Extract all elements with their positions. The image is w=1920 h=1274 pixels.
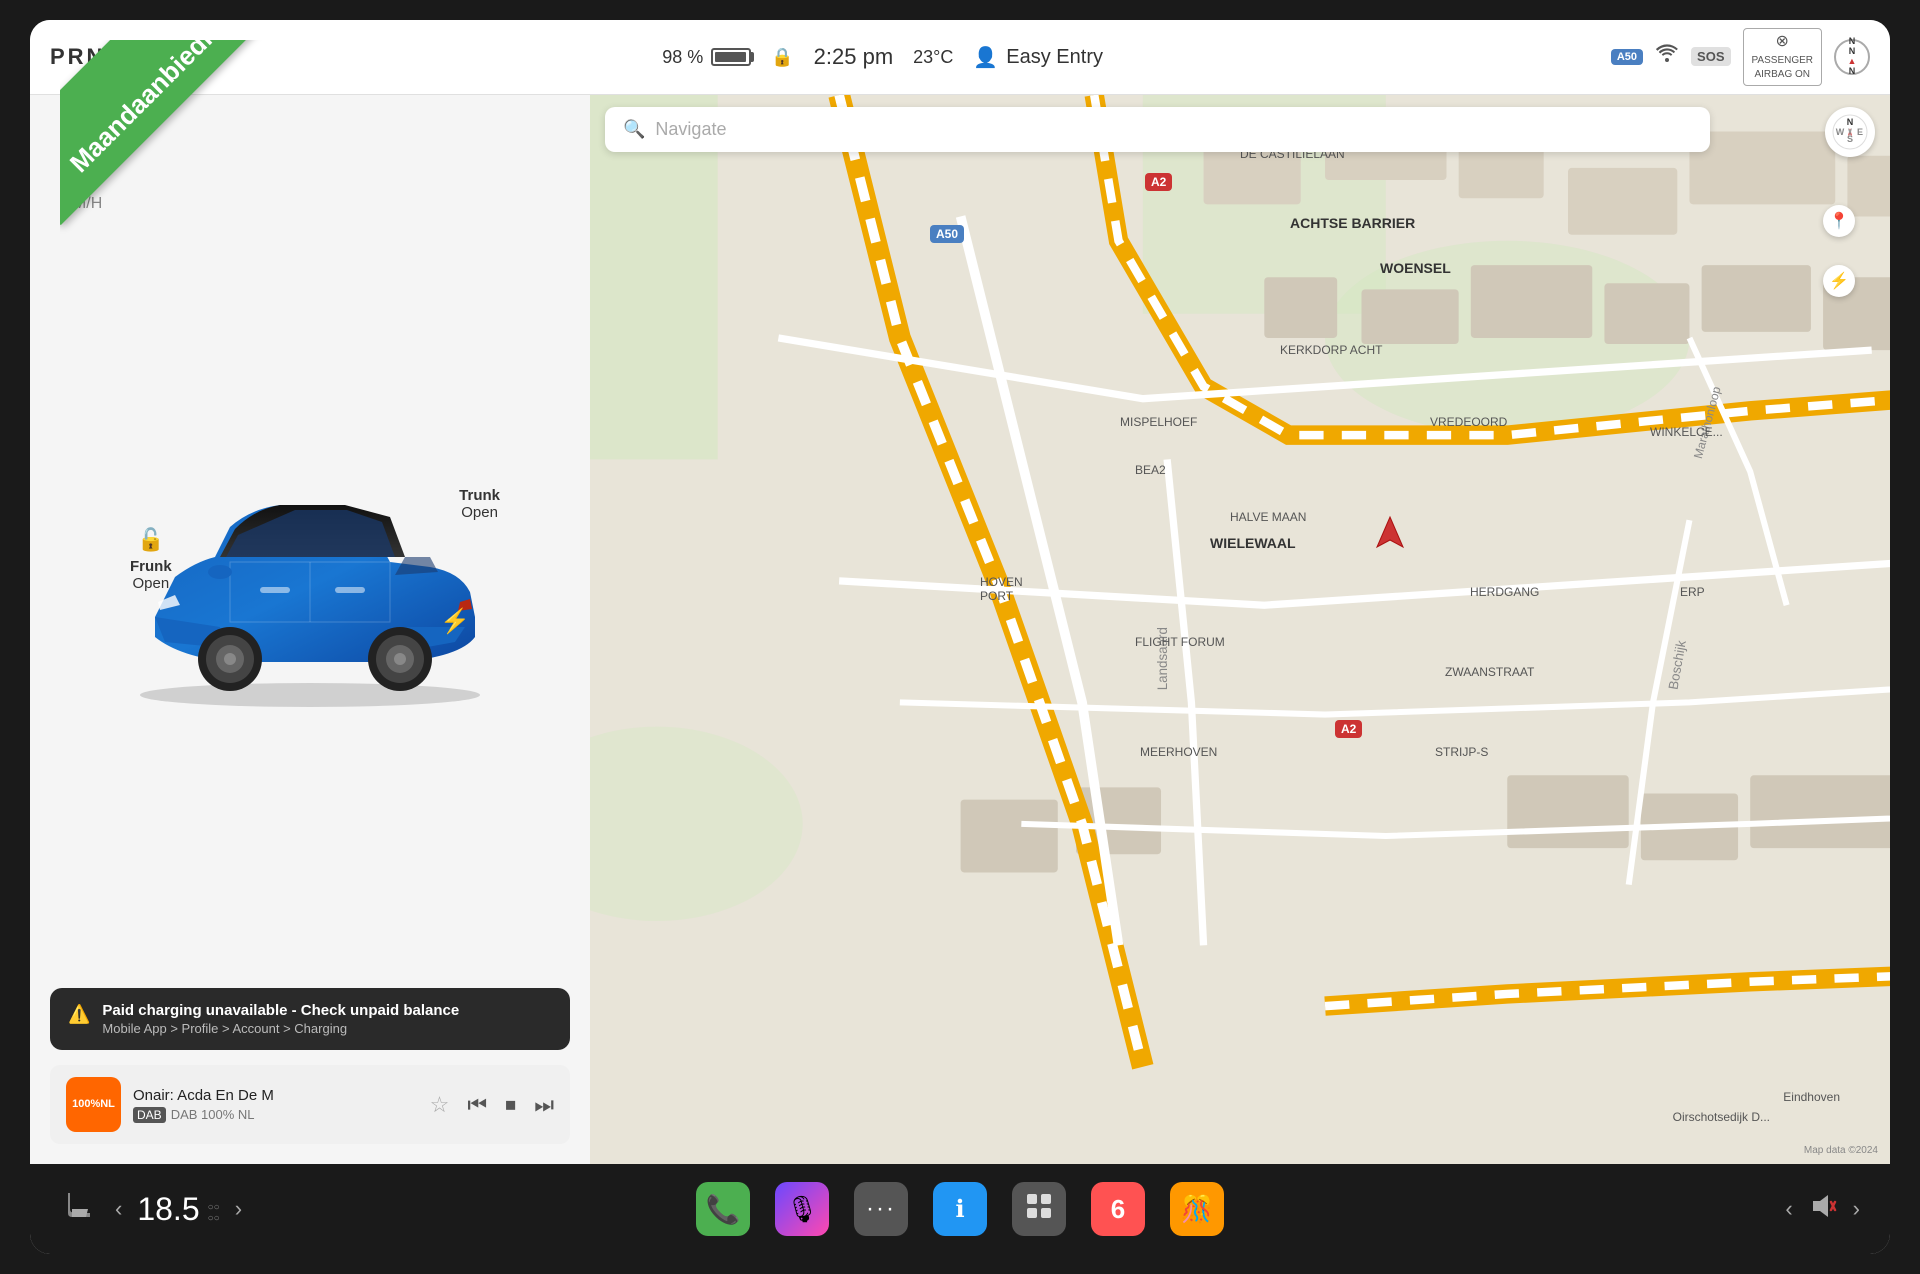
battery-percent: 98 % — [662, 47, 703, 68]
passenger-airbag-indicator: ⊗ PASSENGERAIRBAG ON — [1743, 28, 1823, 85]
map-svg: Landsaard Boschijk Marathonloop — [590, 95, 1890, 1164]
status-bar: PRND 98 % 🔒 2:25 pm 23°C 👤 Easy Entry A5… — [30, 20, 1890, 95]
media-title: Onair: Acda En De M — [133, 1087, 418, 1104]
status-right: A50 SOS ⊗ PASSENGERAIRBAG ON NN▲N — [1611, 28, 1870, 85]
notification-text: Paid charging unavailable - Check unpaid… — [102, 1002, 459, 1036]
stop-button[interactable]: ⏹ — [505, 1092, 516, 1118]
volume-decrease-button[interactable]: ‹ — [1785, 1196, 1792, 1222]
a50-badge-top: A50 — [1611, 49, 1643, 65]
taskbar-center: 📞 🎙 ··· ℹ — [260, 1182, 1660, 1236]
wifi-icon — [1655, 44, 1679, 70]
taskbar-right: ‹ › — [1660, 1191, 1860, 1228]
map-attr-text: Map data ©2024 — [1804, 1145, 1878, 1156]
media-info: Onair: Acda En De M DAB DAB 100% NL — [133, 1087, 418, 1123]
volume-control — [1808, 1191, 1838, 1228]
radio-logo: 100%NL — [66, 1077, 121, 1132]
map-area[interactable]: Landsaard Boschijk Marathonloop A50 A50 … — [590, 95, 1890, 1164]
calendar-app[interactable]: 6 — [1091, 1182, 1145, 1236]
charge-icon: ⚡ — [440, 607, 470, 636]
a2-map-badge: A2 — [1145, 173, 1172, 191]
svg-text:E: E — [1857, 127, 1863, 137]
search-placeholder: Navigate — [655, 119, 726, 140]
time-display: 2:25 pm — [814, 44, 894, 70]
svg-text:Landsaard: Landsaard — [1155, 627, 1170, 690]
seat-icon[interactable] — [60, 1185, 100, 1234]
dashboard-app[interactable] — [1012, 1182, 1066, 1236]
calendar-icon: 6 — [1111, 1194, 1125, 1225]
temperature-display: 23°C — [913, 47, 953, 68]
entertainment-icon: 🎊 — [1181, 1194, 1213, 1225]
map-search-bar[interactable]: 🔍 Navigate — [605, 107, 1710, 152]
voice-app[interactable]: 🎙 — [775, 1182, 829, 1236]
temp-dots-top: ○○ — [208, 1202, 220, 1213]
main-content: 0 KM/H 🔓 Frunk Open Trunk Open — [30, 95, 1890, 1164]
volume-icon — [1808, 1191, 1838, 1228]
media-station: DAB 100% NL — [171, 1107, 255, 1122]
taskbar-left: ‹ 18.5 ○○ ○○ › — [60, 1185, 260, 1234]
phone-app[interactable]: 📞 — [696, 1182, 750, 1236]
trunk-status: Open — [459, 504, 500, 521]
frunk-status: Open — [130, 575, 172, 592]
temp-value: 18.5 — [137, 1191, 199, 1228]
car-area: 🔓 Frunk Open Trunk Open ⚡ — [50, 155, 570, 988]
easy-entry-label: Easy Entry — [1006, 46, 1103, 69]
battery-info: 98 % — [662, 47, 751, 68]
dab-icon: DAB — [133, 1107, 166, 1123]
dash-icon — [1025, 1192, 1053, 1226]
map-compass[interactable]: N S W E — [1825, 107, 1875, 157]
charging-station-icon: ⚡ — [1823, 265, 1855, 297]
notification-title: Paid charging unavailable - Check unpaid… — [102, 1002, 459, 1019]
temp-increase-button[interactable]: › — [235, 1196, 242, 1222]
media-player: 100%NL Onair: Acda En De M DAB DAB 100% … — [50, 1065, 570, 1144]
voice-icon: 🎙 — [785, 1194, 818, 1225]
charging-notification[interactable]: ⚠️ Paid charging unavailable - Check unp… — [50, 988, 570, 1050]
svg-text:N: N — [1847, 117, 1854, 127]
volume-increase-button[interactable]: › — [1853, 1196, 1860, 1222]
notification-subtitle: Mobile App > Profile > Account > Chargin… — [102, 1021, 459, 1036]
favorite-button[interactable]: ☆ — [430, 1092, 450, 1118]
svg-text:W: W — [1836, 127, 1845, 137]
prnd-display: PRND — [50, 44, 124, 70]
person-icon: 👤 — [973, 45, 998, 70]
next-button[interactable]: ⏭ — [534, 1092, 554, 1118]
battery-fill — [715, 52, 746, 62]
temperature-control: 18.5 ○○ ○○ — [137, 1191, 219, 1228]
status-center: 98 % 🔒 2:25 pm 23°C 👤 Easy Entry — [154, 44, 1611, 70]
phone-icon: 📞 — [706, 1193, 741, 1226]
main-screen: PRND 98 % 🔒 2:25 pm 23°C 👤 Easy Entry A5… — [30, 20, 1890, 1254]
temp-decrease-button[interactable]: ‹ — [115, 1196, 122, 1222]
location-pin-icon: 📍 — [1823, 205, 1855, 237]
lock-icon: 🔒 — [771, 47, 793, 68]
battery-bar-icon — [711, 48, 751, 66]
entertainment-app[interactable]: 🎊 — [1170, 1182, 1224, 1236]
taskbar: ‹ 18.5 ○○ ○○ › 📞 🎙 ··· ℹ — [30, 1164, 1890, 1254]
map-attribution: Map data ©2024 — [1804, 1145, 1878, 1156]
location-marker — [1375, 515, 1405, 555]
media-controls: ☆ ⏮ ⏹ ⏭ — [430, 1092, 554, 1118]
temp-dots-bottom: ○○ — [208, 1213, 220, 1224]
frunk-label: Frunk — [130, 558, 172, 575]
dots-icon: ··· — [866, 1195, 896, 1223]
compass-display[interactable]: NN▲N — [1834, 39, 1870, 75]
radio-logo-text: 100%NL — [72, 1098, 115, 1111]
sos-badge[interactable]: SOS — [1691, 47, 1730, 66]
a2-map-badge-bottom: A2 — [1335, 720, 1362, 738]
info-app[interactable]: ℹ — [933, 1182, 987, 1236]
warning-icon: ⚠️ — [68, 1004, 90, 1025]
frunk-lock-icon: 🔓 — [130, 527, 172, 553]
search-icon: 🔍 — [623, 119, 645, 140]
frunk-indicator[interactable]: 🔓 Frunk Open — [130, 527, 172, 592]
trunk-indicator[interactable]: Trunk Open — [459, 487, 500, 521]
previous-button[interactable]: ⏮ — [467, 1092, 487, 1118]
trunk-label: Trunk — [459, 487, 500, 504]
media-subtitle: DAB DAB 100% NL — [133, 1107, 418, 1123]
a50-map-badge-mid: A50 — [930, 225, 964, 243]
left-panel: 0 KM/H 🔓 Frunk Open Trunk Open — [30, 95, 590, 1164]
info-icon: ℹ — [955, 1195, 964, 1224]
easy-entry[interactable]: 👤 Easy Entry — [973, 45, 1103, 70]
more-apps[interactable]: ··· — [854, 1182, 908, 1236]
